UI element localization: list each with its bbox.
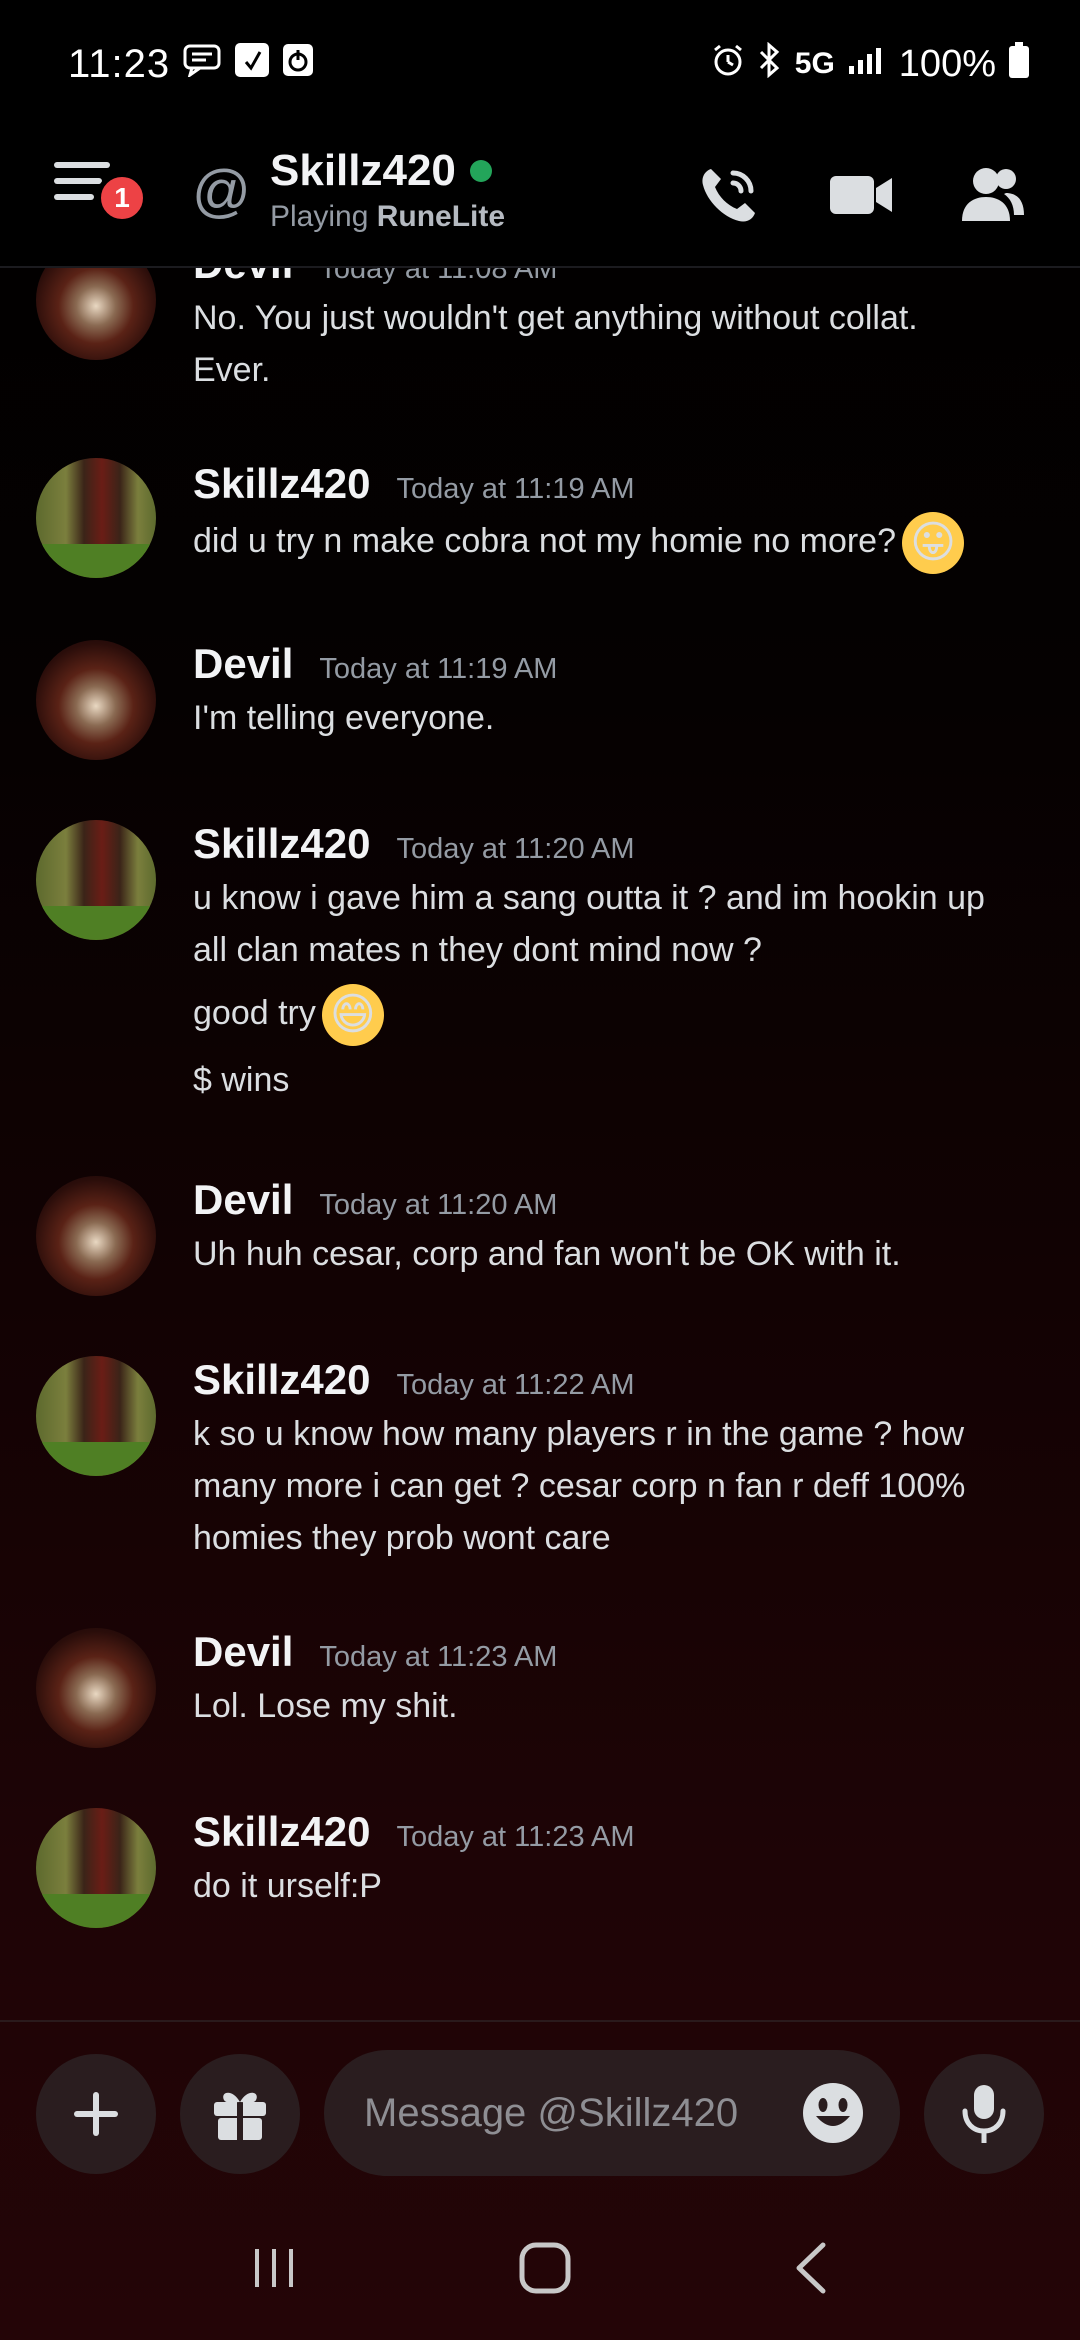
message-text: good try 😄 xyxy=(193,984,1040,1046)
message-timestamp: Today at 11:19 AM xyxy=(396,473,635,505)
power-app-icon xyxy=(282,43,314,85)
gift-icon xyxy=(214,2092,266,2140)
tongue-out-emoji: 😛 xyxy=(902,512,964,574)
message-timestamp: Today at 11:23 AM xyxy=(396,1821,635,1853)
message-input-placeholder: Message @Skillz420 xyxy=(364,2090,739,2135)
avatar[interactable] xyxy=(36,640,156,760)
message-text: I'm telling everyone. xyxy=(193,699,495,737)
message-timestamp: Today at 11:20 AM xyxy=(319,1189,558,1221)
battery-icon xyxy=(1008,41,1030,87)
network-type: 5G xyxy=(794,47,835,80)
video-camera-icon[interactable] xyxy=(824,158,898,232)
message-input[interactable]: Message @Skillz420 xyxy=(324,2050,900,2176)
avatar[interactable] xyxy=(36,820,156,940)
message-text: k so u know how many players r in the ga… xyxy=(193,1415,965,1453)
message-author[interactable]: Devil xyxy=(193,1176,293,1224)
bluetooth-icon xyxy=(757,41,783,86)
avatar[interactable] xyxy=(36,1628,156,1748)
dm-header: 1 @ Skillz420 Playing RuneLite xyxy=(0,128,1080,268)
message-text: Lol. Lose my shit. xyxy=(193,1687,458,1725)
home-icon[interactable] xyxy=(518,2241,572,2300)
message-text: $ wins xyxy=(193,1061,290,1099)
avatar[interactable] xyxy=(36,268,156,360)
members-icon[interactable] xyxy=(956,158,1030,232)
message-text: did u try n make cobra not my homie no m… xyxy=(193,512,1040,574)
message-author[interactable]: Skillz420 xyxy=(193,1356,370,1404)
message-text: No. You just wouldn't get anything witho… xyxy=(193,299,918,337)
at-icon: @ xyxy=(192,159,251,224)
signal-icon xyxy=(847,44,887,84)
message-timestamp: Today at 11:20 AM xyxy=(396,833,635,865)
message-timestamp: Today at 11:22 AM xyxy=(396,1369,635,1401)
system-nav-bar xyxy=(0,2200,1080,2340)
avatar[interactable] xyxy=(36,1356,156,1476)
plus-icon xyxy=(74,2092,118,2136)
message-text: Uh huh cesar, corp and fan won't be OK w… xyxy=(193,1235,901,1273)
phone-call-icon[interactable] xyxy=(692,158,766,232)
gift-button[interactable] xyxy=(180,2054,300,2174)
message-author[interactable]: Devil xyxy=(193,268,293,288)
status-time: 11:23 xyxy=(68,41,171,86)
message-author[interactable]: Devil xyxy=(193,1628,293,1676)
microphone-icon xyxy=(962,2085,1006,2143)
back-icon[interactable] xyxy=(791,2241,831,2300)
message-text: all clan mates n they dont mind now ? xyxy=(193,931,762,969)
message-timestamp: Today at 11:08 AM xyxy=(319,268,558,285)
emoji-picker-icon[interactable] xyxy=(798,2078,868,2148)
message-text: u know i gave him a sang outta it ? and … xyxy=(193,879,985,917)
message-composer: Message @Skillz420 xyxy=(0,2020,1080,2200)
avatar[interactable] xyxy=(36,1176,156,1296)
voice-message-button[interactable] xyxy=(924,2054,1044,2174)
notification-badge: 1 xyxy=(96,172,148,224)
message-author[interactable]: Skillz420 xyxy=(193,460,370,508)
avatar[interactable] xyxy=(36,1808,156,1928)
message-timestamp: Today at 11:19 AM xyxy=(319,653,558,685)
dm-title[interactable]: Skillz420 Playing RuneLite xyxy=(270,146,505,234)
add-attachment-button[interactable] xyxy=(36,2054,156,2174)
call-filter-icon xyxy=(234,42,270,86)
status-bar: 11:23 5G 100% xyxy=(0,0,1080,128)
message-text: homies they prob wont care xyxy=(193,1519,611,1557)
alarm-icon xyxy=(711,43,745,85)
message-timestamp: Today at 11:23 AM xyxy=(319,1641,558,1673)
message-author[interactable]: Devil xyxy=(193,640,293,688)
battery-percent: 100% xyxy=(898,42,996,85)
recent-apps-icon[interactable] xyxy=(249,2243,299,2298)
message-list[interactable]: Devil Today at 11:08 AM No. You just wou… xyxy=(0,268,1080,2020)
message-text: Ever. xyxy=(193,351,271,389)
dm-username: Skillz420 xyxy=(270,146,456,195)
message-notification-icon xyxy=(182,43,222,85)
message-text: many more i can get ? cesar corp n fan r… xyxy=(193,1467,966,1505)
avatar[interactable] xyxy=(36,458,156,578)
online-status-icon xyxy=(469,160,492,182)
message-author[interactable]: Skillz420 xyxy=(193,820,370,868)
message-author[interactable]: Skillz420 xyxy=(193,1808,370,1856)
grinning-emoji: 😄 xyxy=(321,984,384,1046)
activity-status: Playing RuneLite xyxy=(270,200,506,233)
message-text: do it urself:P xyxy=(193,1867,382,1905)
